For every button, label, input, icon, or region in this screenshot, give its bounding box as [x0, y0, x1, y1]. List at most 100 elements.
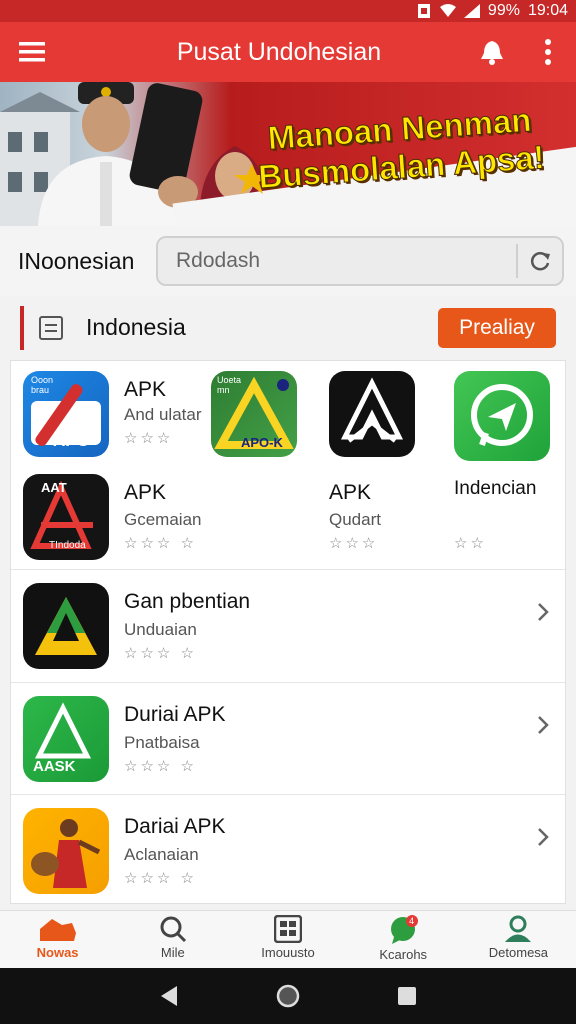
- icon-label: TIndoda: [49, 540, 86, 551]
- icon-label: APO-K: [241, 435, 283, 450]
- refresh-icon: [530, 252, 550, 271]
- app-subtitle: Aclanaian: [124, 845, 199, 864]
- app-name: APK: [124, 481, 167, 504]
- notification-badge: 4: [405, 915, 418, 927]
- grid-app-tile[interactable]: Uoeta mn APO-K: [211, 371, 303, 467]
- rating-stars: ☆☆: [454, 535, 487, 552]
- grid-app-tile[interactable]: Ooon brau APC APK And ulatar ☆☆☆: [23, 371, 213, 471]
- overflow-menu-button[interactable]: [520, 22, 576, 82]
- list-item[interactable]: Dariai APK Aclanaian ☆☆☆ ☆: [11, 794, 565, 903]
- app-subtitle: Pnatbaisa: [124, 733, 200, 752]
- app-subtitle: Qudart: [329, 510, 381, 529]
- list-item[interactable]: AASK Duriai APK Pnatbaisa ☆☆☆ ☆: [11, 682, 565, 794]
- app-icon: Ooon brau APC: [23, 371, 109, 457]
- sim-card-icon: [417, 4, 430, 18]
- search-icon: [160, 916, 186, 943]
- home-icon: [39, 919, 76, 941]
- menu-button[interactable]: [0, 22, 64, 82]
- region-label: INoonesian: [18, 247, 135, 274]
- rating-stars: ☆☆☆: [329, 535, 379, 552]
- section-header: Indonesia Prealiay: [0, 300, 576, 356]
- nav-news[interactable]: Nowas: [0, 911, 115, 968]
- icon-caption: AAT: [41, 480, 67, 495]
- app-icon: AAT TIndoda: [23, 474, 109, 560]
- app-bar: Pusat Undohesian: [0, 22, 576, 82]
- signal-icon: [463, 4, 480, 18]
- app-name: APK: [124, 378, 167, 401]
- wifi-icon: [439, 4, 456, 17]
- rating-stars: ☆☆☆ ☆: [124, 645, 197, 662]
- warrior-illustration-icon: [31, 819, 101, 888]
- chevron-right-icon: [538, 603, 549, 621]
- app-icon: [329, 371, 415, 457]
- search-input[interactable]: [158, 238, 516, 284]
- nav-imouusto[interactable]: Imouusto: [230, 911, 345, 968]
- grid-app-tile[interactable]: [329, 371, 421, 467]
- nav-label: Nowas: [36, 945, 79, 960]
- app-title: Pusat Undohesian: [176, 37, 382, 66]
- app-subtitle: Unduaian: [124, 620, 197, 639]
- app-icon: [23, 583, 109, 669]
- app-name: Gan pbentian: [124, 590, 251, 613]
- nav-kcarohs[interactable]: 4 Kcarohs: [346, 911, 461, 968]
- rating-stars: ☆☆☆ ☆: [124, 758, 197, 775]
- app-subtitle: Gcemaian: [124, 510, 202, 529]
- chevron-right-icon: [538, 716, 549, 734]
- notifications-button[interactable]: [464, 22, 520, 82]
- nav-label: Mile: [160, 945, 185, 960]
- profile-icon: [505, 915, 532, 942]
- promo-banner[interactable]: Manoan Nenman Busmolalan Apsa!: [0, 82, 576, 226]
- app-icon: AASK: [23, 696, 109, 782]
- rating-stars: ☆☆☆ ☆: [124, 870, 197, 887]
- bell-icon: [481, 41, 503, 65]
- back-icon[interactable]: [159, 985, 179, 1007]
- paper-plane-icon: [471, 384, 533, 446]
- nav-mile[interactable]: Mile: [115, 911, 230, 968]
- search-box: [156, 236, 564, 286]
- icon-caption: Uoeta mn: [217, 375, 242, 395]
- nav-label: Detomesa: [488, 945, 549, 960]
- nav-detomesa[interactable]: Detomesa: [461, 911, 576, 968]
- app-list-card: Ooon brau APC APK And ulatar ☆☆☆ Uoeta m…: [10, 360, 566, 904]
- grid-app-tile[interactable]: AAT TIndoda APK Gcemaian ☆☆☆ ☆: [23, 474, 213, 574]
- search-row: INoonesian: [0, 226, 576, 296]
- nav-label: Imouusto: [261, 945, 315, 960]
- app-icon: [454, 371, 550, 461]
- banner-headline: Manoan Nenman Busmolalan Apsa!: [257, 101, 551, 226]
- rating-stars: ☆☆☆ ☆: [124, 535, 197, 552]
- section-accent-bar: [20, 306, 24, 350]
- list-item[interactable]: Gan pbentian Unduaian ☆☆☆ ☆: [11, 570, 565, 682]
- hamburger-icon: [19, 42, 45, 62]
- app-icon: Uoeta mn APO-K: [211, 371, 297, 457]
- grid-app-tile[interactable]: Indencian ☆☆: [454, 474, 564, 564]
- app-subtitle: And ulatar: [124, 405, 202, 424]
- refresh-button[interactable]: [516, 244, 562, 278]
- clock: 19:04: [527, 2, 568, 19]
- system-navigation-bar: [0, 968, 576, 1024]
- home-circle-icon[interactable]: [276, 984, 300, 1008]
- bottom-navigation: Nowas Mile Imouusto 4 Kcarohs Detomesa: [0, 910, 576, 968]
- app-name: APK: [329, 481, 372, 504]
- icon-label: APC: [53, 431, 89, 450]
- icon-caption: Ooon brau: [31, 375, 54, 395]
- battery-level: 99%: [487, 2, 520, 19]
- grid-app-tile[interactable]: APK Qudart ☆☆☆: [329, 474, 439, 564]
- app-name: Dariai APK: [124, 815, 226, 838]
- icon-label: AASK: [33, 758, 76, 775]
- grid-icon: [274, 915, 302, 943]
- preplay-button[interactable]: Prealiay: [438, 308, 556, 348]
- app-icon: [23, 808, 109, 894]
- rating-stars: ☆☆☆: [124, 430, 174, 447]
- grid-app-tile[interactable]: [454, 371, 554, 467]
- section-title: Indonesia: [86, 314, 186, 340]
- app-name: Duriai APK: [124, 703, 226, 726]
- more-vertical-icon: [545, 39, 551, 65]
- trident-logo-icon: [340, 377, 404, 443]
- green-a-logo-icon: [35, 597, 97, 655]
- document-icon: [39, 316, 63, 340]
- nav-label: Kcarohs: [379, 947, 428, 962]
- recents-icon[interactable]: [397, 986, 417, 1006]
- status-bar: 99% 19:04: [0, 0, 576, 22]
- chevron-right-icon: [538, 828, 549, 846]
- app-name: Indencian: [454, 478, 537, 499]
